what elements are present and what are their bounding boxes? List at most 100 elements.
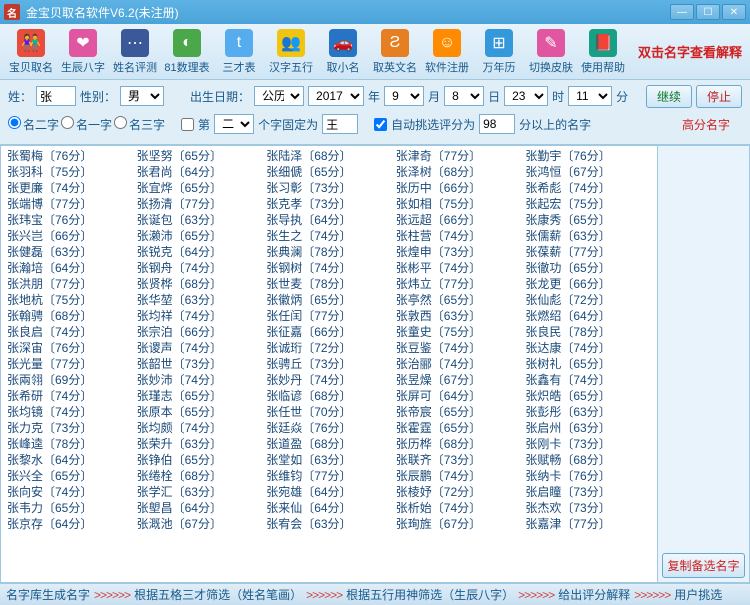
- name-list[interactable]: 张蜀梅〔76分〕张羽科〔75分〕张更廉〔74分〕张端博〔77分〕张玮宝〔76分〕…: [0, 145, 658, 583]
- name-item[interactable]: 张帝宸〔65分〕: [394, 404, 524, 420]
- name-item[interactable]: 张更廉〔74分〕: [5, 180, 135, 196]
- name-item[interactable]: 张龙更〔66分〕: [523, 276, 653, 292]
- name-item[interactable]: 张棱妤〔72分〕: [394, 484, 524, 500]
- name-item[interactable]: 张宛雄〔64分〕: [264, 484, 394, 500]
- name-item[interactable]: 张历桦〔68分〕: [394, 436, 524, 452]
- name-item[interactable]: 张堂如〔63分〕: [264, 452, 394, 468]
- name-item[interactable]: 张华堃〔63分〕: [135, 292, 265, 308]
- day-select[interactable]: 8: [444, 86, 484, 106]
- name-item[interactable]: 张达康〔74分〕: [523, 340, 653, 356]
- name-item[interactable]: 张维钧〔77分〕: [264, 468, 394, 484]
- name-item[interactable]: 张翰骋〔68分〕: [5, 308, 135, 324]
- name-item[interactable]: 张宜烨〔65分〕: [135, 180, 265, 196]
- name-item[interactable]: 张世麦〔78分〕: [264, 276, 394, 292]
- name-item[interactable]: 张临谚〔68分〕: [264, 388, 394, 404]
- status-seg-2[interactable]: 根据五格三才筛选（姓名笔画）: [134, 586, 302, 603]
- name-item[interactable]: 张刚卡〔73分〕: [523, 436, 653, 452]
- radio-two-char[interactable]: 名二字: [8, 116, 59, 133]
- name-item[interactable]: 张力克〔73分〕: [5, 420, 135, 436]
- radio-three-char[interactable]: 名三字: [114, 116, 165, 133]
- name-item[interactable]: 张联齐〔73分〕: [394, 452, 524, 468]
- name-item[interactable]: 张亭然〔65分〕: [394, 292, 524, 308]
- name-item[interactable]: 张辰鹏〔74分〕: [394, 468, 524, 484]
- name-item[interactable]: 张细傂〔65分〕: [264, 164, 394, 180]
- name-item[interactable]: 张炜立〔77分〕: [394, 276, 524, 292]
- name-item[interactable]: 张克孝〔73分〕: [264, 196, 394, 212]
- pos-select[interactable]: 二: [214, 114, 254, 134]
- name-item[interactable]: 张贤桦〔68分〕: [135, 276, 265, 292]
- calendar-select[interactable]: 公历: [254, 86, 304, 106]
- toolbar-btn-4[interactable]: t三才表: [214, 26, 264, 78]
- name-item[interactable]: 张煌申〔73分〕: [394, 244, 524, 260]
- name-item[interactable]: 张来仙〔64分〕: [264, 500, 394, 516]
- status-seg-3[interactable]: 根据五行用神筛选（生辰八字）: [346, 586, 514, 603]
- name-item[interactable]: 张徽炳〔65分〕: [264, 292, 394, 308]
- status-seg-4[interactable]: 给出评分解释: [558, 586, 630, 603]
- toolbar-btn-6[interactable]: 🚗取小名: [318, 26, 368, 78]
- name-item[interactable]: 张启州〔63分〕: [523, 420, 653, 436]
- name-item[interactable]: 张蜀梅〔76分〕: [5, 148, 135, 164]
- name-item[interactable]: 张妙沛〔74分〕: [135, 372, 265, 388]
- name-item[interactable]: 张光量〔77分〕: [5, 356, 135, 372]
- status-seg-1[interactable]: 名字库生成名字: [6, 586, 90, 603]
- name-item[interactable]: 张瑾志〔65分〕: [135, 388, 265, 404]
- name-item[interactable]: 张地杭〔75分〕: [5, 292, 135, 308]
- name-item[interactable]: 张兴全〔65分〕: [5, 468, 135, 484]
- name-item[interactable]: 张健磊〔63分〕: [5, 244, 135, 260]
- name-item[interactable]: 张鸿恒〔67分〕: [523, 164, 653, 180]
- name-item[interactable]: 张宥会〔63分〕: [264, 516, 394, 532]
- fix-char-input[interactable]: [322, 114, 358, 134]
- name-item[interactable]: 张学汇〔63分〕: [135, 484, 265, 500]
- name-item[interactable]: 张导执〔64分〕: [264, 212, 394, 228]
- name-item[interactable]: 张鑫有〔74分〕: [523, 372, 653, 388]
- name-item[interactable]: 张昱燥〔67分〕: [394, 372, 524, 388]
- name-item[interactable]: 张纳卡〔76分〕: [523, 468, 653, 484]
- auto-filter-checkbox[interactable]: [374, 118, 387, 131]
- name-item[interactable]: 张钢舟〔74分〕: [135, 260, 265, 276]
- copy-selected-button[interactable]: 复制备选名字: [662, 553, 745, 578]
- name-item[interactable]: 张坚努〔65分〕: [135, 148, 265, 164]
- name-item[interactable]: 张廷焱〔76分〕: [264, 420, 394, 436]
- fix-char-checkbox[interactable]: [181, 118, 194, 131]
- name-item[interactable]: 张树礼〔65分〕: [523, 356, 653, 372]
- name-item[interactable]: 张远超〔66分〕: [394, 212, 524, 228]
- name-item[interactable]: 张京存〔64分〕: [5, 516, 135, 532]
- name-item[interactable]: 张良启〔74分〕: [5, 324, 135, 340]
- auto-score-input[interactable]: [479, 114, 515, 134]
- name-item[interactable]: 张濑沛〔65分〕: [135, 228, 265, 244]
- name-item[interactable]: 张韶世〔73分〕: [135, 356, 265, 372]
- name-item[interactable]: 张良民〔78分〕: [523, 324, 653, 340]
- month-select[interactable]: 9: [384, 86, 424, 106]
- name-item[interactable]: 张历中〔66分〕: [394, 180, 524, 196]
- name-item[interactable]: 张泽树〔68分〕: [394, 164, 524, 180]
- name-item[interactable]: 张宗泊〔66分〕: [135, 324, 265, 340]
- name-item[interactable]: 张如相〔75分〕: [394, 196, 524, 212]
- name-item[interactable]: 张诞包〔63分〕: [135, 212, 265, 228]
- name-item[interactable]: 张玮宝〔76分〕: [5, 212, 135, 228]
- name-item[interactable]: 张锐克〔64分〕: [135, 244, 265, 260]
- name-item[interactable]: 张炽皓〔65分〕: [523, 388, 653, 404]
- name-item[interactable]: 张峰逵〔78分〕: [5, 436, 135, 452]
- name-item[interactable]: 张杰欢〔73分〕: [523, 500, 653, 516]
- year-select[interactable]: 2017: [308, 86, 364, 106]
- name-item[interactable]: 张骋丘〔73分〕: [264, 356, 394, 372]
- name-item[interactable]: 张溉池〔67分〕: [135, 516, 265, 532]
- name-item[interactable]: 张瀚培〔64分〕: [5, 260, 135, 276]
- name-item[interactable]: 张羽科〔75分〕: [5, 164, 135, 180]
- radio-one-char[interactable]: 名一字: [61, 116, 112, 133]
- name-item[interactable]: 张童史〔75分〕: [394, 324, 524, 340]
- name-item[interactable]: 张谡声〔74分〕: [135, 340, 265, 356]
- name-item[interactable]: 张征嘉〔66分〕: [264, 324, 394, 340]
- minute-select[interactable]: 11: [568, 86, 612, 106]
- toolbar-btn-7[interactable]: Ƨ取英文名: [370, 26, 420, 78]
- name-item[interactable]: 张豆鉴〔74分〕: [394, 340, 524, 356]
- toolbar-btn-2[interactable]: ⋯姓名评测: [110, 26, 160, 78]
- name-item[interactable]: 张韦力〔65分〕: [5, 500, 135, 516]
- name-item[interactable]: 张典澜〔78分〕: [264, 244, 394, 260]
- name-item[interactable]: 张赋畅〔68分〕: [523, 452, 653, 468]
- name-item[interactable]: 张妙丹〔74分〕: [264, 372, 394, 388]
- name-item[interactable]: 张彭彤〔63分〕: [523, 404, 653, 420]
- name-item[interactable]: 张析始〔74分〕: [394, 500, 524, 516]
- surname-input[interactable]: [36, 86, 76, 106]
- name-item[interactable]: 张洪朋〔77分〕: [5, 276, 135, 292]
